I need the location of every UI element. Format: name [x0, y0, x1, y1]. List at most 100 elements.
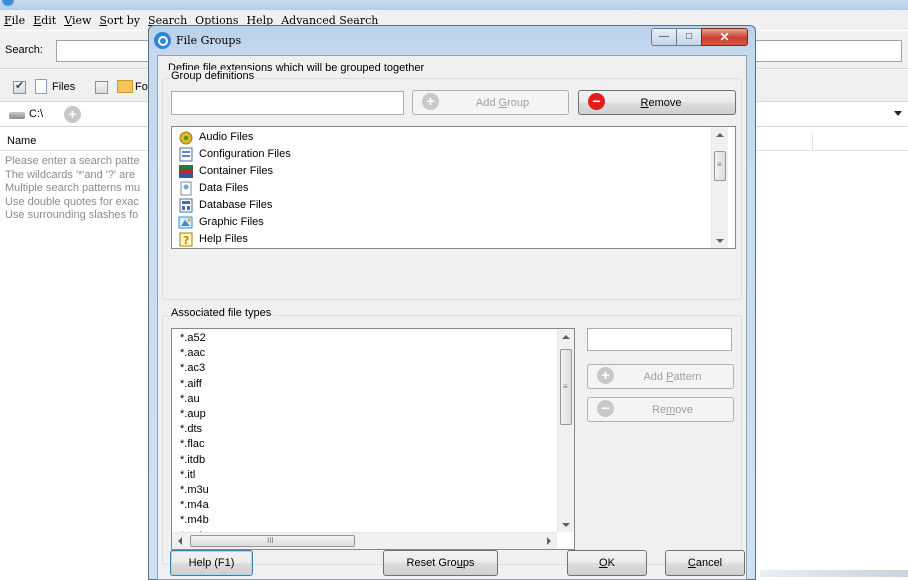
- plus-icon: +: [597, 367, 614, 384]
- menu-view[interactable]: View: [64, 14, 91, 27]
- group-label: Container Files: [199, 165, 273, 177]
- dialog-body: Define file extensions which will be gro…: [157, 55, 747, 580]
- files-filter-label: Files: [52, 81, 76, 93]
- list-item[interactable]: *.aiff: [180, 377, 202, 392]
- group-list[interactable]: Audio Files Configuration Files Containe…: [171, 126, 736, 249]
- add-pattern-label: Add Pattern: [643, 371, 701, 383]
- associated-file-types-title: Associated file types: [169, 307, 274, 319]
- group-label: Database Files: [199, 199, 273, 211]
- column-divider[interactable]: [812, 133, 813, 151]
- minus-icon: −: [597, 400, 614, 417]
- ok-access: O: [599, 557, 608, 569]
- list-item[interactable]: *.a52: [180, 331, 206, 346]
- add-group-prefix: Add: [475, 96, 499, 109]
- folders-checkbox[interactable]: [95, 81, 108, 94]
- pattern-input[interactable]: [587, 328, 732, 351]
- scroll-down-icon[interactable]: [562, 523, 570, 527]
- current-path[interactable]: C:\: [29, 108, 43, 120]
- scroll-thumb[interactable]: III: [190, 535, 355, 547]
- group-label: Configuration Files: [199, 148, 291, 160]
- group-label: Data Files: [199, 182, 249, 194]
- add-pattern-button[interactable]: + Add Pattern: [587, 364, 734, 389]
- hint-line: The wildcards '*'and '?' are: [5, 168, 136, 181]
- scroll-right-icon[interactable]: [547, 537, 551, 545]
- files-icon: [35, 79, 47, 94]
- group-list-scrollbar[interactable]: ≡: [711, 127, 728, 248]
- grip-icon: III: [267, 536, 274, 545]
- remove-suffix: emove: [648, 96, 682, 109]
- remove-group-button[interactable]: − Remove: [578, 90, 736, 115]
- remove-pattern-label: Remove: [652, 404, 693, 416]
- minimize-button[interactable]: —: [651, 28, 677, 46]
- plus-icon: +: [422, 93, 439, 110]
- pattern-list-vscrollbar[interactable]: ≡: [557, 329, 574, 532]
- chevron-down-icon[interactable]: [894, 111, 902, 116]
- reset-suffix: ps: [462, 557, 475, 569]
- add-group-label: Add Group: [476, 97, 529, 109]
- search-hints: Please enter a search patte The wildcard…: [5, 155, 155, 223]
- grip-icon: ≡: [717, 160, 722, 169]
- list-item[interactable]: *.m4a: [180, 498, 209, 513]
- remove-pattern-access: m: [666, 403, 676, 416]
- ok-label: OK: [599, 557, 615, 569]
- reset-groups-label: Reset Groups: [407, 557, 475, 569]
- cancel-button[interactable]: Cancel: [665, 550, 745, 576]
- list-item[interactable]: *.aac: [180, 346, 205, 361]
- cancel-suffix: ancel: [695, 557, 723, 569]
- column-name[interactable]: Name: [7, 135, 36, 147]
- drive-icon: [9, 112, 25, 119]
- folder-icon: [117, 80, 133, 93]
- data-icon: [178, 181, 194, 196]
- add-group-button[interactable]: + Add Group: [412, 90, 569, 115]
- file-groups-dialog: File Groups — □ ✕ Define file extensions…: [148, 25, 756, 580]
- hint-line: Use double quotes for exac: [5, 195, 139, 208]
- maximize-button[interactable]: □: [676, 28, 702, 46]
- file-pattern-list[interactable]: *.a52 *.aac *.ac3 *.aiff *.au *.aup *.dt…: [171, 328, 575, 550]
- list-item[interactable]: *.aup: [180, 407, 206, 422]
- taskbar-edge: [760, 570, 908, 577]
- hint-line: Multiple search patterns mu: [5, 182, 141, 194]
- dialog-title: File Groups: [176, 34, 242, 47]
- search-label: Search:: [5, 44, 43, 56]
- remove-pattern-button[interactable]: − Remove: [587, 397, 734, 422]
- cancel-access: C: [687, 557, 696, 569]
- remove-pattern-prefix: Re: [652, 403, 667, 416]
- svg-text:?: ?: [183, 234, 189, 247]
- pattern-list-hscrollbar[interactable]: III: [172, 532, 557, 549]
- scroll-up-icon[interactable]: [716, 133, 724, 137]
- scroll-thumb[interactable]: ≡: [560, 349, 572, 425]
- main-title-bar: [0, 0, 908, 10]
- scroll-up-icon[interactable]: [562, 335, 570, 339]
- files-checkbox[interactable]: [13, 79, 26, 94]
- group-name-input[interactable]: [171, 91, 404, 115]
- menu-file[interactable]: File: [4, 14, 25, 27]
- scroll-thumb[interactable]: ≡: [714, 151, 726, 181]
- add-group-suffix: roup: [507, 96, 530, 109]
- scroll-down-icon[interactable]: [716, 239, 724, 243]
- reset-groups-button[interactable]: Reset Groups: [383, 550, 498, 576]
- app-icon: [2, 0, 14, 6]
- associated-file-types-groupbox: Associated file types *.a52 *.aac *.ac3 …: [162, 307, 742, 565]
- ok-suffix: K: [607, 557, 615, 569]
- list-item[interactable]: *.au: [180, 392, 200, 407]
- group-definitions-groupbox: Group definitions + Add Group − Remove A…: [162, 70, 742, 300]
- list-item[interactable]: *.itdb: [180, 453, 205, 468]
- close-button[interactable]: ✕: [701, 28, 748, 46]
- search-icon: [154, 32, 171, 49]
- ok-button[interactable]: OK: [567, 550, 647, 576]
- scroll-left-icon[interactable]: [178, 537, 182, 545]
- menu-edit[interactable]: Edit: [33, 14, 56, 27]
- add-path-icon[interactable]: +: [64, 106, 81, 123]
- help-button[interactable]: Help (F1): [170, 550, 253, 576]
- help-label: Help (F1): [188, 557, 235, 569]
- menu-sort-by[interactable]: Sort by: [99, 14, 140, 27]
- list-item[interactable]: *.m3u: [180, 483, 209, 498]
- reset-prefix: Reset Gro: [406, 557, 457, 569]
- list-item[interactable]: *.ac3: [180, 361, 205, 376]
- list-item[interactable]: *.itl: [180, 468, 195, 483]
- list-item[interactable]: *.dts: [180, 422, 202, 437]
- dialog-title-bar[interactable]: File Groups — □ ✕: [149, 26, 755, 54]
- list-item[interactable]: *.m4b: [180, 513, 209, 528]
- hint-line: Use surrounding slashes fo: [5, 209, 139, 221]
- list-item[interactable]: *.flac: [180, 437, 204, 452]
